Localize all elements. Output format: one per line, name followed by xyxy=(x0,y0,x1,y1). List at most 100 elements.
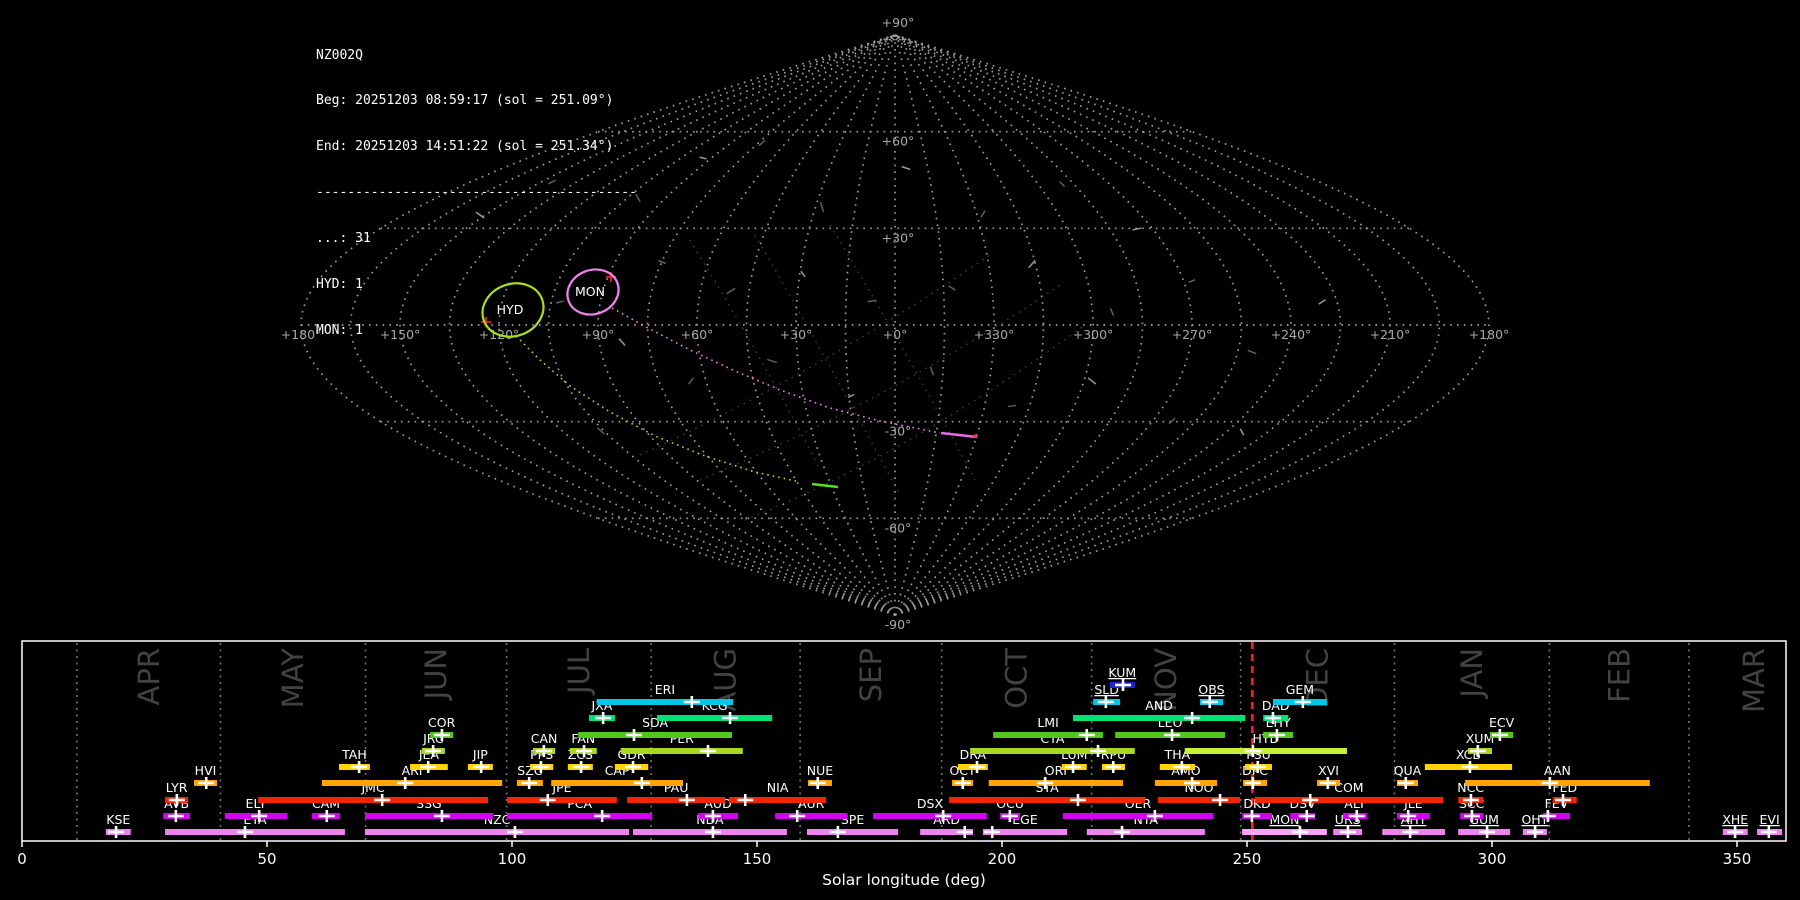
shower-bar-sda xyxy=(578,732,733,738)
month-label-may: MAY xyxy=(276,648,310,709)
meteor-report-screen: +180° +150° +120° +90° +60° +30° +0° +330° +300°… xyxy=(0,0,1800,900)
map-lon-label: +270° xyxy=(1172,327,1213,342)
meteor-track-mon xyxy=(940,431,978,439)
shower-bar-ori xyxy=(988,780,1124,786)
shower-label-can: CAN xyxy=(531,731,558,746)
shower-bar-dsx xyxy=(873,813,987,819)
month-label-sep: SEP xyxy=(854,648,888,702)
shower-label-gem: GEM xyxy=(1286,682,1314,697)
shower-bar-sta xyxy=(949,797,1146,803)
map-lat-label: +60° xyxy=(882,134,915,149)
sporadic-meteor xyxy=(1109,308,1115,316)
shower-bar-eri xyxy=(596,699,733,705)
sporadic-meteor xyxy=(1087,377,1097,385)
separator-line: ----------------------------------------… xyxy=(316,185,637,201)
shower-bar-and xyxy=(1073,715,1246,721)
shower-label-jip: JIP xyxy=(472,747,488,762)
secondary-grid-arc xyxy=(699,284,1061,481)
sporadic-meteor xyxy=(726,287,736,295)
map-lon-label: +60° xyxy=(681,327,714,342)
map-lat-label: -90° xyxy=(885,617,912,632)
shower-bar-ssg xyxy=(365,813,493,819)
observation-header: NZ002Q Beg: 20251203 08:59:17 (sol = 251… xyxy=(316,17,637,369)
sporadic-meteor xyxy=(767,358,777,364)
map-lon-label: +240° xyxy=(1271,327,1312,342)
shower-bar-cta xyxy=(970,748,1135,754)
sporadic-meteor xyxy=(1318,299,1326,305)
map-lon-label: +180° xyxy=(1469,327,1510,342)
secondary-grid-arc xyxy=(639,254,991,456)
map-lon-label: +300° xyxy=(1073,327,1114,342)
shower-label-obs: OBS xyxy=(1198,682,1224,697)
secondary-grid-arc xyxy=(754,234,901,496)
x-tick-label: 0 xyxy=(17,850,27,868)
x-tick-label: 350 xyxy=(1723,850,1752,868)
shower-bar-hyd xyxy=(1184,748,1347,754)
end-time: End: 20251203 14:51:22 (sol = 251.34°) xyxy=(316,139,614,155)
sporadic-meteor xyxy=(1028,259,1036,269)
x-tick-label: 150 xyxy=(743,850,772,868)
sporadic-meteor xyxy=(948,285,956,291)
x-tick-label: 300 xyxy=(1478,850,1507,868)
shower-label-dsx: DSX xyxy=(917,796,944,811)
x-tick-label: 200 xyxy=(988,850,1017,868)
shower-bar-oer xyxy=(1062,813,1214,819)
sporadic-meteor xyxy=(980,210,986,218)
month-label-jun: JUN xyxy=(419,648,453,701)
begin-time: Beg: 20251203 08:59:17 (sol = 251.09°) xyxy=(316,93,614,109)
map-lat-label: +30° xyxy=(882,230,915,245)
sporadic-count: ...: 31 xyxy=(316,231,371,247)
shower-label-ecv: ECV xyxy=(1489,715,1515,730)
map-meridian xyxy=(696,34,896,616)
shower-label-xhe: XHE xyxy=(1722,812,1748,827)
shower-bar-jpe xyxy=(507,797,617,803)
month-label-apr: APR xyxy=(132,648,166,705)
month-label-jul: JUL xyxy=(562,648,596,696)
map-meridian xyxy=(894,34,1144,616)
shower-label-tah: TAH xyxy=(341,747,367,762)
activity-chart: APR MAY JUN JUL AUG SEP OCT NOV DEC JAN FEB MAR0 50 1… xyxy=(17,640,1787,889)
sporadic-meteor xyxy=(1132,227,1142,231)
month-label-oct: OCT xyxy=(1000,648,1034,709)
map-lon-label: +330° xyxy=(974,327,1015,342)
sporadic-meteor xyxy=(819,202,825,212)
shower-label-lmi: LMI xyxy=(1037,715,1058,730)
shower-bar-com xyxy=(1254,797,1443,803)
sporadic-meteor xyxy=(901,165,911,171)
shower-bar-nta xyxy=(1086,829,1205,835)
hyd-count: HYD: 1 xyxy=(316,277,363,293)
shower-bar-mon xyxy=(1242,829,1327,835)
shower-label-cor: COR xyxy=(428,715,456,730)
shower-label-kum: KUM xyxy=(1108,665,1136,680)
map-lon-label: +30° xyxy=(780,327,813,342)
mon-count: MON: 1 xyxy=(316,322,363,338)
x-tick-label: 100 xyxy=(498,850,527,868)
shower-label-eri: ERI xyxy=(655,682,675,697)
meteor-track-hyd xyxy=(811,482,839,489)
shower-bar-eta xyxy=(165,829,345,835)
shower-label-aan: AAN xyxy=(1544,763,1571,778)
shower-label-and: AND xyxy=(1145,698,1173,713)
shower-bar-jmc xyxy=(258,797,488,803)
map-meridian xyxy=(894,34,1243,616)
map-lon-label: +210° xyxy=(1370,327,1411,342)
shower-label-hvi: HVI xyxy=(195,763,217,778)
x-tick-label: 50 xyxy=(257,850,276,868)
shower-bar-pca xyxy=(507,813,653,819)
map-lat-label: -60° xyxy=(885,520,912,535)
x-tick-label: 250 xyxy=(1233,850,1262,868)
sporadic-meteor xyxy=(1188,278,1196,284)
shower-label-nue: NUE xyxy=(807,763,833,778)
sporadic-meteor xyxy=(1007,404,1017,408)
shower-label-qua: QUA xyxy=(1394,763,1422,778)
shower-label-lyr: LYR xyxy=(166,780,188,795)
map-lon-label: +0° xyxy=(883,327,908,342)
shower-bar-nzc xyxy=(365,829,630,835)
shower-label-kse: KSE xyxy=(106,812,130,827)
shower-label-xum: XUM xyxy=(1466,731,1495,746)
shower-bar-cap xyxy=(551,780,684,786)
sporadic-meteor xyxy=(929,366,935,376)
month-label-feb: FEB xyxy=(1602,648,1636,703)
station-id: NZ002Q xyxy=(316,47,363,63)
map-meridian xyxy=(894,34,1441,616)
